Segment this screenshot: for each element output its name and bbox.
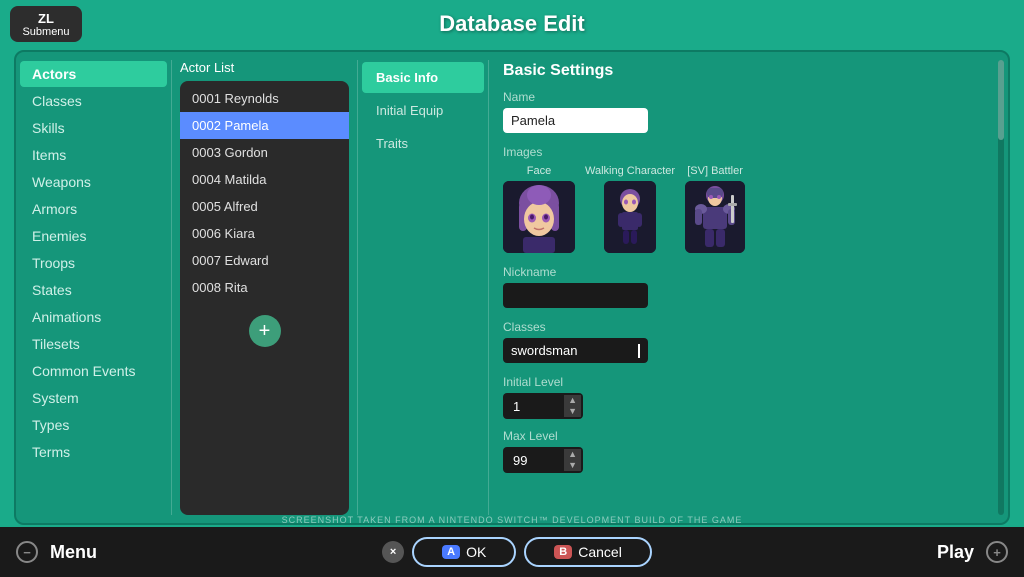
bottom-bar: − Menu × A OK B Cancel Play + — [0, 527, 1024, 577]
sidebar-item-states[interactable]: States — [20, 277, 167, 303]
battler-portrait-svg — [685, 181, 745, 253]
actor-list-label: Actor List — [180, 60, 349, 75]
classes-group: Classes swordsman — [503, 320, 994, 363]
tab-initial-equip[interactable]: Initial Equip — [362, 95, 484, 126]
name-group: Name — [503, 90, 994, 133]
classes-label: Classes — [503, 320, 994, 334]
sidebar-item-tilesets[interactable]: Tilesets — [20, 331, 167, 357]
initial-level-label: Initial Level — [503, 375, 994, 389]
name-label: Name — [503, 90, 994, 104]
sidebar-item-weapons[interactable]: Weapons — [20, 169, 167, 195]
cancel-button[interactable]: B Cancel — [524, 537, 652, 567]
tabs-column: Basic Info Initial Equip Traits — [358, 52, 488, 523]
bottom-play: Play + — [937, 541, 1008, 563]
walking-label: Walking Character — [585, 165, 675, 177]
nickname-label: Nickname — [503, 265, 994, 279]
walking-portrait-svg — [604, 181, 656, 253]
scrollbar-thumb[interactable] — [998, 60, 1004, 140]
ok-badge: A — [442, 545, 460, 559]
watermark: SCREENSHOT TAKEN FROM A NINTENDO SWITCH™… — [0, 515, 1024, 525]
menu-label: Menu — [50, 542, 97, 563]
play-label: Play — [937, 542, 974, 563]
top-bar: ZL Submenu Database Edit — [0, 0, 1024, 48]
classes-value: swordsman — [511, 343, 577, 358]
actor-item-0003[interactable]: 0003 Gordon — [180, 139, 349, 166]
page-title: Database Edit — [439, 11, 585, 37]
battler-image-box: [SV] Battler — [685, 165, 745, 253]
cancel-badge: B — [554, 545, 572, 559]
minus-button[interactable]: − — [16, 541, 38, 563]
max-level-arrows: ▲ ▼ — [562, 447, 583, 473]
sidebar-item-skills[interactable]: Skills — [20, 115, 167, 141]
max-level-down[interactable]: ▼ — [564, 460, 581, 471]
section-title: Basic Settings — [503, 62, 994, 80]
images-label: Images — [503, 145, 994, 159]
cancel-label: Cancel — [578, 544, 622, 560]
max-level-spinner[interactable]: 99 ▲ ▼ — [503, 447, 583, 473]
initial-level-group: Initial Level 1 ▲ ▼ — [503, 375, 994, 419]
content-area: Basic Settings Name Images Face — [489, 52, 1008, 523]
actor-item-0008[interactable]: 0008 Rita — [180, 274, 349, 301]
actor-item-0007[interactable]: 0007 Edward — [180, 247, 349, 274]
main-container: Actors Classes Skills Items Weapons Armo… — [14, 50, 1010, 525]
face-image-box: Face — [503, 165, 575, 253]
tab-traits[interactable]: Traits — [362, 128, 484, 159]
actor-item-0001[interactable]: 0001 Reynolds — [180, 85, 349, 112]
ok-button[interactable]: A OK — [412, 537, 516, 567]
face-label: Face — [527, 165, 551, 177]
nickname-group: Nickname — [503, 265, 994, 308]
sidebar-item-armors[interactable]: Armors — [20, 196, 167, 222]
initial-level-up[interactable]: ▲ — [564, 395, 581, 406]
battler-thumbnail[interactable] — [685, 181, 745, 253]
initial-level-arrows: ▲ ▼ — [562, 393, 583, 419]
sidebar-item-types[interactable]: Types — [20, 412, 167, 438]
actor-list-box: 0001 Reynolds 0002 Pamela 0003 Gordon 00… — [180, 81, 349, 515]
sidebar-item-actors[interactable]: Actors — [20, 61, 167, 87]
sidebar-item-common-events[interactable]: Common Events — [20, 358, 167, 384]
classes-field[interactable]: swordsman — [503, 338, 648, 363]
face-portrait-svg — [503, 181, 575, 253]
submenu-label: Submenu — [22, 26, 69, 38]
initial-level-value: 1 — [503, 395, 562, 418]
face-thumbnail[interactable] — [503, 181, 575, 253]
max-level-value: 99 — [503, 449, 562, 472]
scrollbar-track[interactable] — [998, 60, 1004, 515]
sidebar-item-enemies[interactable]: Enemies — [20, 223, 167, 249]
name-input[interactable] — [503, 108, 648, 133]
battler-label: [SV] Battler — [687, 165, 743, 177]
plus-button[interactable]: + — [986, 541, 1008, 563]
tab-basic-info[interactable]: Basic Info — [362, 62, 484, 93]
images-row: Face — [503, 165, 994, 253]
submenu-button[interactable]: ZL Submenu — [10, 6, 82, 42]
bottom-menu: − Menu — [16, 541, 97, 563]
walking-image-box: Walking Character — [585, 165, 675, 253]
sidebar-item-troops[interactable]: Troops — [20, 250, 167, 276]
sidebar-item-animations[interactable]: Animations — [20, 304, 167, 330]
actor-item-0004[interactable]: 0004 Matilda — [180, 166, 349, 193]
initial-level-down[interactable]: ▼ — [564, 406, 581, 417]
nickname-input[interactable] — [503, 283, 648, 308]
sidebar-item-classes[interactable]: Classes — [20, 88, 167, 114]
ok-label: OK — [466, 544, 486, 560]
max-level-group: Max Level 99 ▲ ▼ — [503, 429, 994, 473]
images-section: Images Face — [503, 145, 994, 253]
bottom-center: × A OK B Cancel — [382, 537, 652, 567]
actor-list-column: Actor List 0001 Reynolds 0002 Pamela 000… — [172, 52, 357, 523]
submenu-icon: ZL — [38, 11, 54, 26]
max-level-label: Max Level — [503, 429, 994, 443]
actor-item-0005[interactable]: 0005 Alfred — [180, 193, 349, 220]
sidebar: Actors Classes Skills Items Weapons Armo… — [16, 52, 171, 523]
sidebar-item-items[interactable]: Items — [20, 142, 167, 168]
add-actor-button[interactable]: + — [249, 315, 281, 347]
actor-item-0006[interactable]: 0006 Kiara — [180, 220, 349, 247]
actor-item-0002[interactable]: 0002 Pamela — [180, 112, 349, 139]
sidebar-item-terms[interactable]: Terms — [20, 439, 167, 465]
max-level-up[interactable]: ▲ — [564, 449, 581, 460]
initial-level-spinner[interactable]: 1 ▲ ▼ — [503, 393, 583, 419]
walking-thumbnail[interactable] — [604, 181, 656, 253]
classes-cursor — [638, 344, 640, 358]
x-badge: × — [382, 541, 404, 563]
sidebar-item-system[interactable]: System — [20, 385, 167, 411]
